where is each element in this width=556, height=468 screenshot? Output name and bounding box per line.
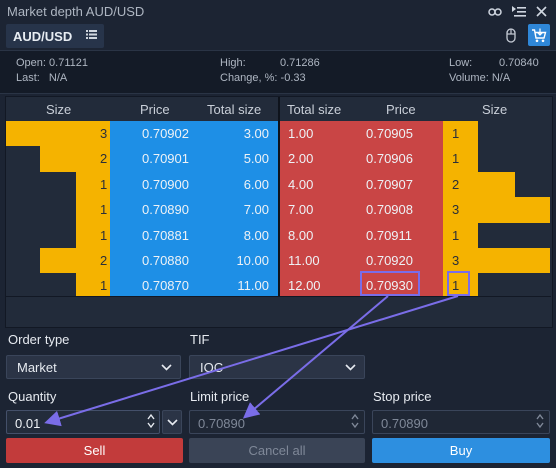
arrow-to-quantity [44, 295, 459, 427]
annotation-arrows [44, 295, 459, 427]
arrow-to-limit-price [242, 295, 389, 419]
